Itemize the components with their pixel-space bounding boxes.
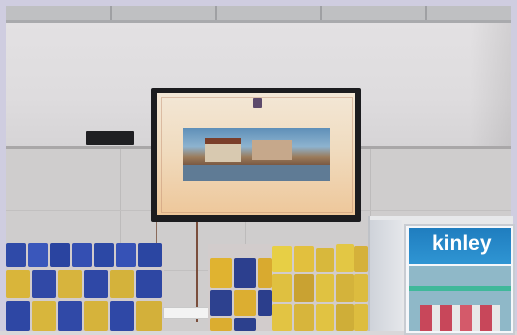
snack-packet bbox=[84, 301, 108, 331]
snack-packet bbox=[28, 243, 48, 267]
snack-packet bbox=[6, 270, 30, 298]
snack-packet bbox=[354, 274, 368, 302]
snack-packet bbox=[110, 301, 134, 331]
snack-packet bbox=[354, 246, 368, 272]
snack-packet bbox=[336, 304, 354, 331]
snack-packet bbox=[316, 248, 334, 272]
snack-packet bbox=[294, 274, 314, 302]
snack-packet bbox=[234, 290, 256, 316]
snack-packet bbox=[94, 243, 114, 267]
wall-sign bbox=[86, 131, 134, 145]
fridge-brand-logo: kinley bbox=[432, 232, 492, 255]
tv-badge bbox=[283, 100, 323, 109]
snack-packet bbox=[210, 258, 232, 288]
snack-packet bbox=[354, 304, 368, 331]
snack-packet bbox=[32, 301, 56, 331]
snack-packet bbox=[116, 243, 136, 267]
wall-shadow bbox=[470, 23, 511, 147]
tv-picture-building bbox=[252, 140, 292, 160]
tv-logo bbox=[192, 100, 216, 108]
snack-packet bbox=[84, 270, 108, 298]
tv-emblem-icon bbox=[253, 98, 262, 108]
snack-packet bbox=[58, 301, 82, 331]
snack-packet bbox=[234, 258, 256, 288]
snack-packet bbox=[294, 304, 314, 331]
tv-picture-building bbox=[205, 144, 241, 162]
snack-packet bbox=[272, 304, 292, 331]
snack-packet bbox=[294, 246, 314, 272]
snack-packet bbox=[50, 243, 70, 267]
snack-packet bbox=[58, 270, 82, 298]
snack-packet bbox=[138, 243, 162, 267]
snack-packet bbox=[6, 243, 26, 267]
snack-packet bbox=[110, 270, 134, 298]
snack-packet bbox=[234, 318, 256, 331]
snack-packet bbox=[258, 258, 272, 288]
snack-packet bbox=[136, 270, 162, 298]
fridge-side bbox=[370, 220, 402, 331]
tv-caption bbox=[196, 188, 316, 196]
snack-packet bbox=[210, 318, 232, 331]
snack-packet bbox=[210, 290, 232, 316]
snack-packet bbox=[72, 243, 92, 267]
wifi-router bbox=[163, 307, 209, 319]
snack-packet bbox=[32, 270, 56, 298]
snack-packet bbox=[316, 304, 334, 331]
snack-packet bbox=[272, 274, 292, 302]
tv-picture-water bbox=[183, 165, 330, 181]
snack-packet bbox=[336, 244, 354, 272]
fridge-stripe bbox=[409, 286, 511, 291]
snack-packet bbox=[272, 246, 292, 272]
snack-packet bbox=[316, 274, 334, 302]
fridge-bottles bbox=[420, 305, 500, 331]
snack-packet bbox=[258, 290, 272, 316]
snack-packet bbox=[136, 301, 162, 331]
snack-packet bbox=[336, 274, 354, 302]
snack-packet bbox=[6, 301, 30, 331]
